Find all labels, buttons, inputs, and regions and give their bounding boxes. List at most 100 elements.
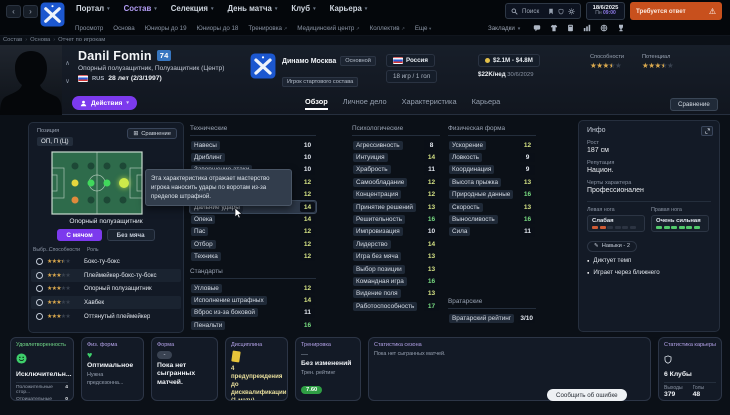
bookmark-icon[interactable] (548, 8, 554, 15)
attribute-row[interactable]: Навесы 10 (190, 139, 316, 151)
form-panel[interactable]: Форма - Пока нет сыгранных матчей. (151, 337, 218, 401)
breadcrumb-item[interactable]: Основа (22, 37, 50, 43)
position-pitch[interactable] (51, 151, 143, 215)
trophy-icon[interactable] (617, 24, 625, 32)
nav-item[interactable]: Клуб ▾ (291, 4, 315, 13)
globe-icon[interactable] (600, 24, 608, 32)
attribute-row[interactable]: Скорость 13 (448, 201, 536, 213)
attribute-row[interactable]: Принятие решений 13 (352, 201, 440, 213)
traits-badge[interactable]: ✎ Навыки - 2 (587, 241, 637, 252)
shirt-icon[interactable] (550, 24, 558, 32)
attribute-row[interactable]: Видение поля 13 (352, 288, 440, 300)
role-radio[interactable] (36, 313, 43, 320)
attribute-row[interactable]: Выбор позиции 13 (352, 263, 440, 275)
bookmarks-button[interactable]: Закладки ▾ (488, 25, 520, 32)
attribute-row[interactable]: Агрессивность 8 (352, 139, 440, 151)
satisfaction-panel[interactable]: Удовлетворенность Исключительн... Положи… (10, 337, 74, 401)
attribute-row[interactable]: Высота прыжка 13 (448, 176, 536, 188)
sub-nav-item[interactable]: Медицинский центр (297, 25, 359, 32)
actions-button[interactable]: Действия ▾ (72, 96, 137, 110)
role-row[interactable]: ★★★★★ Хавбек (31, 296, 181, 310)
role-row[interactable]: ★★★★★ Плеймейкер-бокс-ту-бокс (31, 269, 181, 283)
report-bug-button[interactable]: Сообщить об ошибке (547, 389, 627, 401)
date-widget[interactable]: 18/6/2025 Пн 09:00 (586, 2, 625, 20)
player-tab[interactable]: Личное дело (343, 97, 387, 110)
attribute-row[interactable]: Исполнение штрафных 14 (190, 294, 316, 306)
attribute-row[interactable]: Игра без мяча 13 (352, 251, 440, 263)
player-tab[interactable]: Характеристика (402, 97, 457, 110)
attribute-row[interactable]: Угловые 12 (190, 282, 316, 294)
gear-icon[interactable] (568, 8, 575, 15)
attribute-row[interactable]: Командная игра 16 (352, 275, 440, 287)
attribute-row[interactable]: Опека 14 (190, 213, 316, 225)
player-tab[interactable]: Обзор (305, 97, 328, 110)
next-player-button[interactable]: ∨ (63, 76, 72, 85)
attribute-row[interactable]: Лидерство 14 (352, 238, 440, 250)
attribute-row[interactable]: Координация 9 (448, 164, 536, 176)
sub-nav-item[interactable]: Основа (113, 25, 134, 32)
pitch-comparison-button[interactable]: ⊞ Сравнение (127, 128, 177, 139)
attribute-row[interactable]: Импровизация 10 (352, 226, 440, 238)
attribute-row[interactable]: Пас 12 (190, 226, 316, 238)
sub-nav-item[interactable]: Просмотр (75, 25, 103, 32)
sub-nav-item[interactable]: Юниоры до 18 (197, 25, 239, 32)
sub-nav-item[interactable]: Еще (415, 25, 431, 32)
training-panel[interactable]: Тренировка — Без изменений Трен. рейтинг… (295, 337, 361, 401)
attribute-row[interactable]: Техника 12 (190, 251, 316, 263)
nav-item[interactable]: Селекция ▾ (171, 4, 214, 13)
role-radio[interactable] (36, 258, 43, 265)
search-box[interactable]: Поиск (505, 3, 581, 19)
chat-icon[interactable] (533, 24, 541, 32)
sub-nav-item[interactable]: Тренировка (248, 25, 287, 32)
attribute-row[interactable]: Сила 11 (448, 226, 536, 238)
role-row[interactable]: ★★★★★ Оттянутый плеймейкер (31, 309, 181, 323)
club-crest[interactable] (250, 53, 276, 79)
breadcrumb-item[interactable]: Отчет по игрокам (50, 37, 105, 43)
nav-item[interactable]: День матча ▾ (227, 4, 277, 13)
role-row[interactable]: ★★★★★ Опорный полузащитник (31, 282, 181, 296)
attribute-row[interactable]: Интуиция 14 (352, 151, 440, 163)
attribute-row[interactable]: Выносливость 16 (448, 213, 536, 225)
attribute-row[interactable]: Отбор 12 (190, 238, 316, 250)
nav-item[interactable]: Карьера ▾ (330, 4, 368, 13)
response-required-button[interactable]: Требуется ответ ⚠ (630, 2, 722, 20)
comparison-button[interactable]: Сравнение (670, 98, 718, 111)
attribute-row[interactable]: Вратарский рейтинг 3/10 (448, 312, 536, 324)
nav-item[interactable]: Состав ▾ (124, 4, 157, 13)
stats-icon[interactable] (583, 24, 591, 32)
fitness-panel[interactable]: Физ. форма ♥ Оптимальное Нужна предсезон… (81, 337, 144, 401)
with-ball-toggle[interactable]: С мячом (57, 229, 101, 241)
attribute-row[interactable]: Природные данные 16 (448, 189, 536, 201)
attribute-row[interactable]: Концентрация 12 (352, 189, 440, 201)
sub-nav-item[interactable]: Коллектив (370, 25, 405, 32)
nav-item[interactable]: Портал ▾ (76, 4, 110, 13)
without-ball-toggle[interactable]: Без мяча (107, 229, 155, 241)
club-name[interactable]: Динамо Москва (282, 58, 336, 65)
attribute-row[interactable]: Вброс из-за боковой 11 (190, 307, 316, 319)
career-stats-panel[interactable]: Статистика карьеры 6 Клубы Выходы 379 Го… (658, 337, 722, 401)
sub-nav-item[interactable]: Юниоры до 19 (145, 25, 187, 32)
attribute-row[interactable]: Самообладание 12 (352, 176, 440, 188)
role-row[interactable]: ★★★★★★ Бокс-ту-бокс (31, 255, 181, 269)
shield-icon[interactable] (558, 8, 564, 15)
role-radio[interactable] (36, 299, 43, 306)
international-record-chip: 18 игр / 1 гол (386, 70, 437, 83)
club-crest-logo[interactable] (40, 2, 65, 27)
attribute-row[interactable]: Пенальти 16 (190, 319, 316, 331)
attribute-row[interactable]: Храбрость 11 (352, 164, 440, 176)
role-radio[interactable] (36, 272, 43, 279)
previous-player-button[interactable]: ∧ (63, 58, 72, 67)
attribute-row[interactable]: Решительность 16 (352, 213, 440, 225)
attribute-row[interactable]: Работоспособность 17 (352, 300, 440, 312)
breadcrumb-item[interactable]: Состав (3, 37, 22, 43)
transfer-card-icon[interactable] (567, 24, 574, 32)
expand-icon[interactable] (701, 126, 713, 136)
back-button[interactable]: ‹ (6, 5, 21, 18)
discipline-panel[interactable]: Дисциплина 4 предупреждения до дисквалиф… (225, 337, 288, 401)
role-radio[interactable] (36, 285, 43, 292)
attribute-row[interactable]: Ловкость 9 (448, 151, 536, 163)
forward-button[interactable]: › (23, 5, 38, 18)
player-tab[interactable]: Карьера (472, 97, 501, 110)
attribute-row[interactable]: Дриблинг 10 (190, 151, 316, 163)
attribute-row[interactable]: Ускорение 12 (448, 139, 536, 151)
